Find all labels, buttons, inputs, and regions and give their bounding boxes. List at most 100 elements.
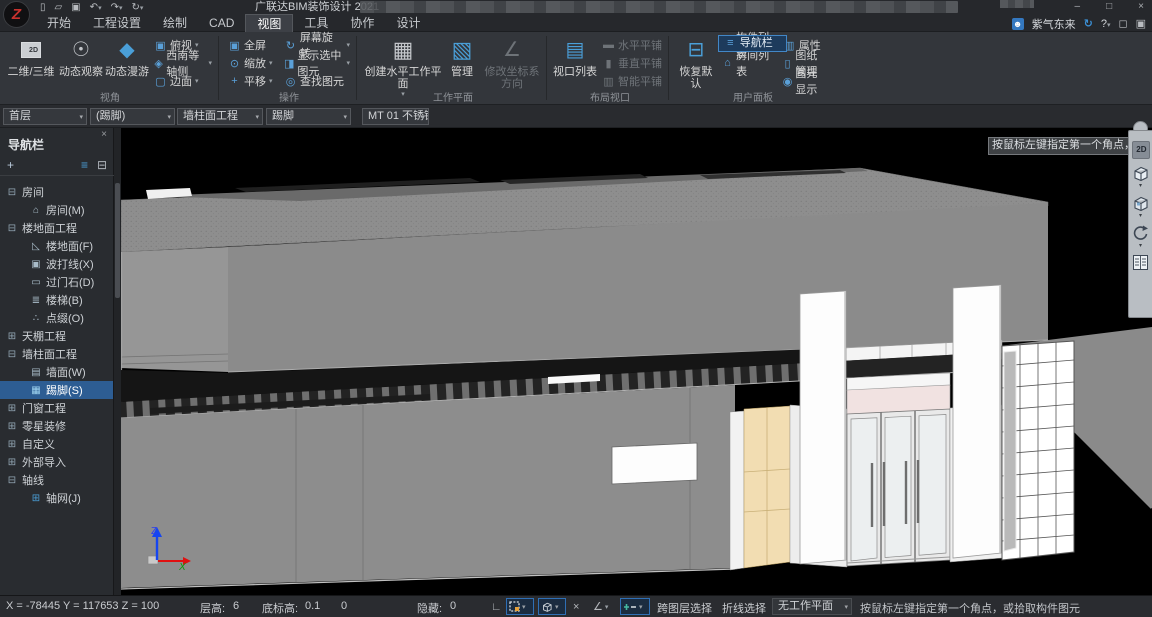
menu-sw-isometric[interactable]: ◈西南等轴侧▾ bbox=[150, 54, 216, 72]
tab-view[interactable]: 视图 bbox=[245, 14, 293, 32]
dropdown-caret[interactable]: ▾ bbox=[1139, 243, 1142, 249]
panel-view-icon[interactable]: ⊟ bbox=[97, 158, 107, 172]
element-type-selector[interactable]: (踢脚)▾ bbox=[90, 108, 175, 125]
selection-box-toggle[interactable]: ▾ bbox=[506, 598, 534, 615]
tree-item-stairs[interactable]: ≣楼梯(B) bbox=[0, 291, 113, 309]
tree-group-wall-column[interactable]: ⊟墙柱面工程 bbox=[0, 345, 113, 363]
minimize-button[interactable]: – bbox=[1075, 1, 1081, 13]
close-button[interactable]: × bbox=[1138, 1, 1144, 13]
user-name[interactable]: 紫气东来 bbox=[1032, 16, 1076, 32]
collapse-icon[interactable]: ⊞ bbox=[6, 331, 18, 342]
tab-project-settings[interactable]: 工程设置 bbox=[82, 14, 152, 32]
tree-group-external-import[interactable]: ⊞外部导入 bbox=[0, 453, 113, 471]
menu-edge-face[interactable]: ▢边面▾ bbox=[150, 72, 216, 90]
ortho-corner-icon[interactable]: ∟ bbox=[488, 598, 505, 615]
hidden-label: 隐藏: bbox=[417, 600, 442, 616]
menu-fullscreen[interactable]: ▣全屏 bbox=[224, 36, 280, 54]
button-orbit[interactable]: ☉ 动态观察 bbox=[58, 32, 104, 78]
tree-item-accent[interactable]: ∴点缀(O) bbox=[0, 309, 113, 327]
collapse-icon[interactable]: ⊞ bbox=[6, 457, 18, 468]
cursor-tooltip: 按鼠标左键指定第一个角点，或拾取构 bbox=[988, 137, 1129, 155]
tree-item-floor-surface[interactable]: ◺楼地面(F) bbox=[0, 237, 113, 255]
menu-pan[interactable]: +平移▾ bbox=[224, 72, 280, 90]
button-manage-workplane[interactable]: ▧ 管理 bbox=[444, 32, 480, 78]
button-walkthrough[interactable]: ◆ 动态漫游 bbox=[104, 32, 150, 78]
user-avatar[interactable]: ☻ bbox=[1012, 18, 1024, 30]
menu-show-selected[interactable]: ◨显示选中图元▾ bbox=[280, 54, 354, 72]
tree-group-custom[interactable]: ⊞自定义 bbox=[0, 435, 113, 453]
tree-item-room[interactable]: ⌂房间(M) bbox=[0, 201, 113, 219]
new-file-icon[interactable]: ▯ bbox=[40, 1, 46, 14]
component-selector[interactable]: 踢脚▾ bbox=[266, 108, 351, 125]
app-logo[interactable]: Z bbox=[3, 1, 30, 28]
tab-draw[interactable]: 绘制 bbox=[152, 14, 198, 32]
dropdown-caret[interactable]: ▾ bbox=[1139, 213, 1142, 219]
tree-item-skirting[interactable]: ▦踢脚(S) bbox=[0, 381, 113, 399]
scrollbar-thumb[interactable] bbox=[115, 183, 120, 298]
project-selector[interactable]: 墙柱面工程▾ bbox=[177, 108, 263, 125]
material-selector[interactable]: MT 01 不锈钢踢▾ bbox=[362, 108, 429, 125]
view-cube-button[interactable] bbox=[1131, 194, 1150, 213]
2d-view-button[interactable]: 2D bbox=[1132, 141, 1150, 159]
sidebar-scrollbar[interactable] bbox=[114, 128, 121, 595]
tab-design[interactable]: 设计 bbox=[385, 14, 431, 32]
3d-model-view[interactable]: Z X bbox=[121, 128, 1152, 595]
cancel-select-icon[interactable]: × bbox=[570, 598, 582, 615]
workplane-dropdown[interactable]: 无工作平面▾ bbox=[772, 598, 852, 615]
tree-item-threshold-stone[interactable]: ▭过门石(D) bbox=[0, 273, 113, 291]
tree-group-floor[interactable]: ⊟楼地面工程 bbox=[0, 219, 113, 237]
menu-zoom[interactable]: ⊙缩放▾ bbox=[224, 54, 280, 72]
viewport-list-button[interactable] bbox=[1132, 254, 1149, 271]
expand-icon[interactable]: ⊟ bbox=[6, 475, 18, 486]
menu-room-list[interactable]: ⌂房间列表 bbox=[718, 54, 779, 72]
button-2d3d[interactable]: 2D 二维/三维 bbox=[4, 32, 58, 78]
orbit-rotate-button[interactable] bbox=[1131, 224, 1150, 243]
help-menu[interactable]: ?▾ bbox=[1101, 18, 1111, 30]
floor-height-label: 层高: bbox=[200, 600, 225, 616]
collapse-icon[interactable]: ⊞ bbox=[6, 439, 18, 450]
panel-close-icon[interactable]: × bbox=[101, 129, 107, 140]
restore-button[interactable]: □ bbox=[1106, 1, 1112, 13]
expand-icon[interactable]: ⊟ bbox=[6, 349, 18, 360]
polyline-track-toggle[interactable]: ▾ bbox=[620, 598, 650, 615]
list-view-icon[interactable]: ≡ bbox=[81, 158, 88, 172]
tab-start[interactable]: 开始 bbox=[36, 14, 82, 32]
button-restore-default[interactable]: ⊟ 恢复默认 bbox=[674, 32, 718, 90]
collapse-icon[interactable]: ⊞ bbox=[6, 403, 18, 414]
save-icon[interactable]: ▣ bbox=[71, 1, 80, 14]
sync-icon[interactable]: ↻▾ bbox=[131, 1, 143, 14]
tree-group-room[interactable]: ⊟房间 bbox=[0, 183, 113, 201]
menu-navbar[interactable]: ≡导航栏 bbox=[718, 35, 787, 52]
tree-group-axis[interactable]: ⊟轴线 bbox=[0, 471, 113, 489]
tab-collaborate[interactable]: 协作 bbox=[339, 14, 385, 32]
tree-item-grid[interactable]: ⊞轴网(J) bbox=[0, 489, 113, 507]
tree-item-border-line[interactable]: ▣波打线(X) bbox=[0, 255, 113, 273]
3d-snap-toggle[interactable]: ▾ bbox=[538, 598, 566, 615]
theme-icon[interactable]: ◻ bbox=[1118, 17, 1127, 30]
menu-element-display[interactable]: ◉图元显示 bbox=[779, 72, 832, 90]
navbar-icon: ≡ bbox=[724, 36, 737, 51]
refresh-icon[interactable]: ↻ bbox=[1084, 17, 1093, 30]
angle-snap-toggle[interactable]: ∠▾ bbox=[590, 598, 616, 615]
tree-group-ceiling[interactable]: ⊞天棚工程 bbox=[0, 327, 113, 345]
menu-find-element[interactable]: ◎查找图元 bbox=[280, 72, 354, 90]
cross-layer-select[interactable]: 跨图层选择 bbox=[657, 600, 712, 616]
redo-icon[interactable]: ↷▾ bbox=[111, 1, 123, 14]
tab-cad[interactable]: CAD bbox=[198, 14, 245, 32]
expand-icon[interactable]: ⊟ bbox=[6, 223, 18, 234]
open-file-icon[interactable]: ▱ bbox=[55, 1, 63, 14]
tree-group-misc-decoration[interactable]: ⊞零星装修 bbox=[0, 417, 113, 435]
tree-group-door-window[interactable]: ⊞门窗工程 bbox=[0, 399, 113, 417]
panel-toggle-icon[interactable]: ▣ bbox=[1136, 17, 1146, 30]
polyline-select[interactable]: 折线选择 bbox=[722, 600, 766, 616]
model-viewport[interactable]: Z X bbox=[121, 128, 1152, 595]
tree-item-wall-surface[interactable]: ▤墙面(W) bbox=[0, 363, 113, 381]
button-viewport-list[interactable]: ▤ 视口列表 bbox=[552, 32, 598, 78]
isometric-view-button[interactable] bbox=[1131, 164, 1150, 183]
expand-icon[interactable]: ⊟ bbox=[6, 187, 18, 198]
pin-tool-icon[interactable]: + bbox=[7, 158, 14, 172]
collapse-icon[interactable]: ⊞ bbox=[6, 421, 18, 432]
floor-selector[interactable]: 首层▾ bbox=[3, 108, 87, 125]
undo-icon[interactable]: ↶▾ bbox=[90, 1, 102, 14]
dropdown-caret[interactable]: ▾ bbox=[1139, 183, 1142, 189]
